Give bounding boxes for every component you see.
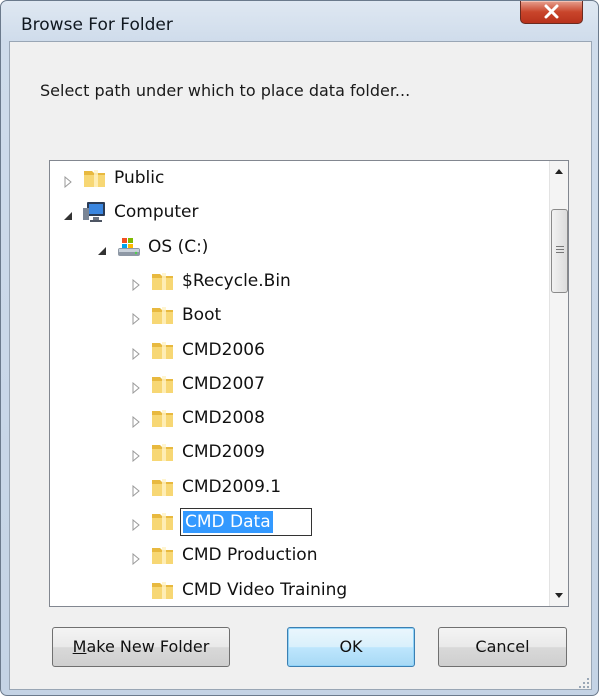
tree-item[interactable]: Boot [50,300,568,332]
window-title: Browse For Folder [21,15,173,35]
collapse-arrow-icon[interactable] [96,242,108,255]
folder-icon [150,475,176,499]
tree-item-label: CMD Production [182,545,318,566]
tree-item-label: OS (C:) [148,236,209,257]
folder-icon [150,578,176,602]
folder-icon [150,543,176,567]
folder-icon [82,166,108,190]
tree-item[interactable]: Computer [50,197,568,229]
grip-line [556,246,564,247]
expand-arrow-icon[interactable] [130,482,142,497]
expand-arrow-icon[interactable] [130,345,142,360]
tree-item[interactable]: CMD Data [50,506,568,538]
scroll-thumb[interactable] [551,209,568,293]
close-icon [544,4,559,19]
rename-input[interactable]: CMD Data [180,508,312,536]
expand-arrow-icon[interactable] [130,550,142,566]
tree-item-label: CMD2008 [182,408,265,429]
scroll-down-arrow-icon[interactable] [550,586,568,604]
tree-item-label: Computer [114,202,199,223]
close-button[interactable] [520,1,583,24]
tree-item[interactable]: CMD2009 [50,437,568,469]
grip-line [556,252,564,253]
tree-item[interactable]: CMD2007 [50,369,568,401]
folder-icon [150,269,176,293]
drive-icon [116,235,142,259]
tree-item-label: Public [114,168,165,188]
button-label: Cancel [475,637,530,656]
tree-item-label: CMD2009.1 [182,476,282,497]
instruction-text: Select path under which to place data fo… [40,81,411,100]
tree-item-label: CMD Video Training [182,579,348,600]
tree-item-label: $Recycle.Bin [182,270,291,291]
tree-item-label: CMD2009 [182,442,265,463]
expand-arrow-icon[interactable] [130,516,142,532]
folder-icon [150,372,176,396]
vertical-scrollbar[interactable] [549,161,568,606]
selected-text: CMD Data [183,511,273,533]
tree-item-label: CMD2006 [182,339,265,360]
scroll-up-arrow-icon[interactable] [550,163,568,181]
folder-icon [150,303,176,327]
cancel-button[interactable]: Cancel [438,627,567,667]
ok-button[interactable]: OK [287,627,415,667]
expand-arrow-icon[interactable] [130,447,142,463]
folder-icon [150,509,176,533]
tree-item[interactable]: CMD2006 [50,335,568,367]
make-new-folder-button[interactable]: Make New Folder [52,627,230,667]
expand-arrow-icon[interactable] [130,310,142,326]
folder-icon [150,406,176,430]
title-bar[interactable]: Browse For Folder [1,1,598,41]
tree-item[interactable]: $Recycle.Bin [50,266,568,298]
expand-arrow-icon[interactable] [130,276,142,291]
computer-icon [82,200,108,224]
expand-arrow-icon[interactable] [130,413,142,429]
tree-item[interactable]: Public [50,163,568,195]
browse-for-folder-dialog: Browse For Folder Select path under whic… [0,0,599,696]
button-label: ake New Folder [86,637,210,656]
accelerator-key: M [72,637,87,656]
tree-item[interactable]: CMD Production [50,540,568,572]
folder-icon [150,338,176,362]
button-label: OK [339,637,363,656]
grip-line [556,249,564,250]
folder-icon [150,440,176,464]
tree-item[interactable]: CMD2008 [50,403,568,435]
expand-arrow-icon[interactable] [130,379,142,394]
folder-tree[interactable]: Public Computer OS (C:) $Recycle.Bin Boot CMD… [49,160,569,607]
resize-grip-icon[interactable] [576,675,590,689]
expand-arrow-icon[interactable] [62,173,74,189]
collapse-arrow-icon[interactable] [62,207,74,221]
tree-item[interactable]: CMD2009.1 [50,472,568,504]
tree-item-label: Boot [182,305,222,326]
tree-item-label: CMD2007 [182,373,265,394]
tree-item[interactable]: OS (C:) [50,232,568,264]
tree-item[interactable]: CMD Video Training [50,575,568,606]
